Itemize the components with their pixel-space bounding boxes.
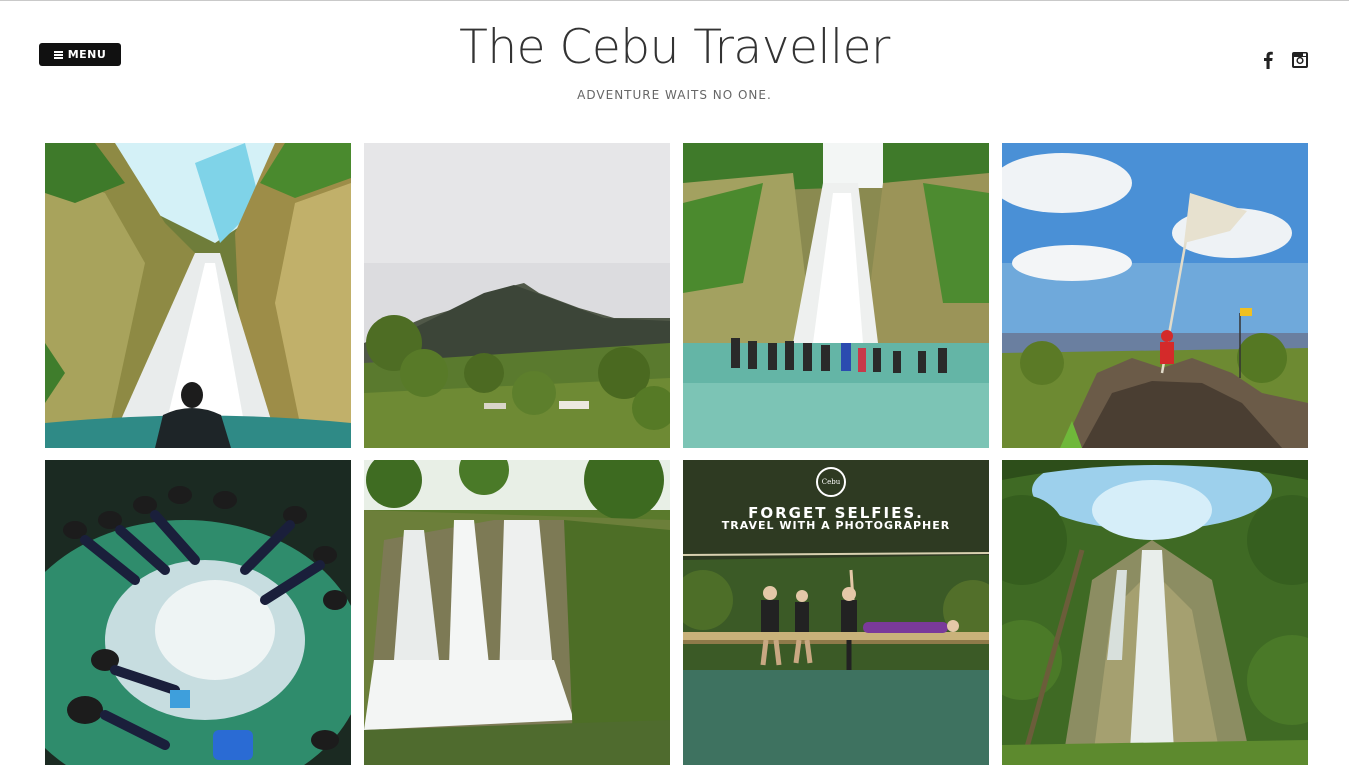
- instagram-icon[interactable]: [1290, 50, 1310, 70]
- top-border: [0, 0, 1349, 1]
- facebook-icon[interactable]: [1258, 50, 1278, 70]
- gallery-photo-bamboo-poster[interactable]: Cebu FORGET SELFIES. TRAVEL WITH A PHOTO…: [683, 460, 989, 765]
- gallery-photo-mossy-falls[interactable]: [1002, 460, 1308, 765]
- site-tagline: ADVENTURE WAITS NO ONE.: [577, 88, 772, 102]
- gallery-photo-cascading-falls[interactable]: [364, 460, 670, 765]
- site-title[interactable]: The Cebu Traveller: [0, 18, 1349, 78]
- gallery-photo-waterfall-canyon[interactable]: [45, 143, 351, 448]
- gallery-photo-cave-floating[interactable]: [45, 460, 351, 765]
- social-links: [1258, 50, 1310, 70]
- gallery-photo-misty-mountain[interactable]: [364, 143, 670, 448]
- photo-gallery: Cebu FORGET SELFIES. TRAVEL WITH A PHOTO…: [45, 143, 1308, 765]
- poster-subheadline: TRAVEL WITH A PHOTOGRAPHER: [721, 519, 951, 532]
- cebu-traveller-badge: Cebu: [816, 467, 846, 497]
- gallery-photo-waterfall-group[interactable]: [683, 143, 989, 448]
- gallery-photo-peak-flag[interactable]: [1002, 143, 1308, 448]
